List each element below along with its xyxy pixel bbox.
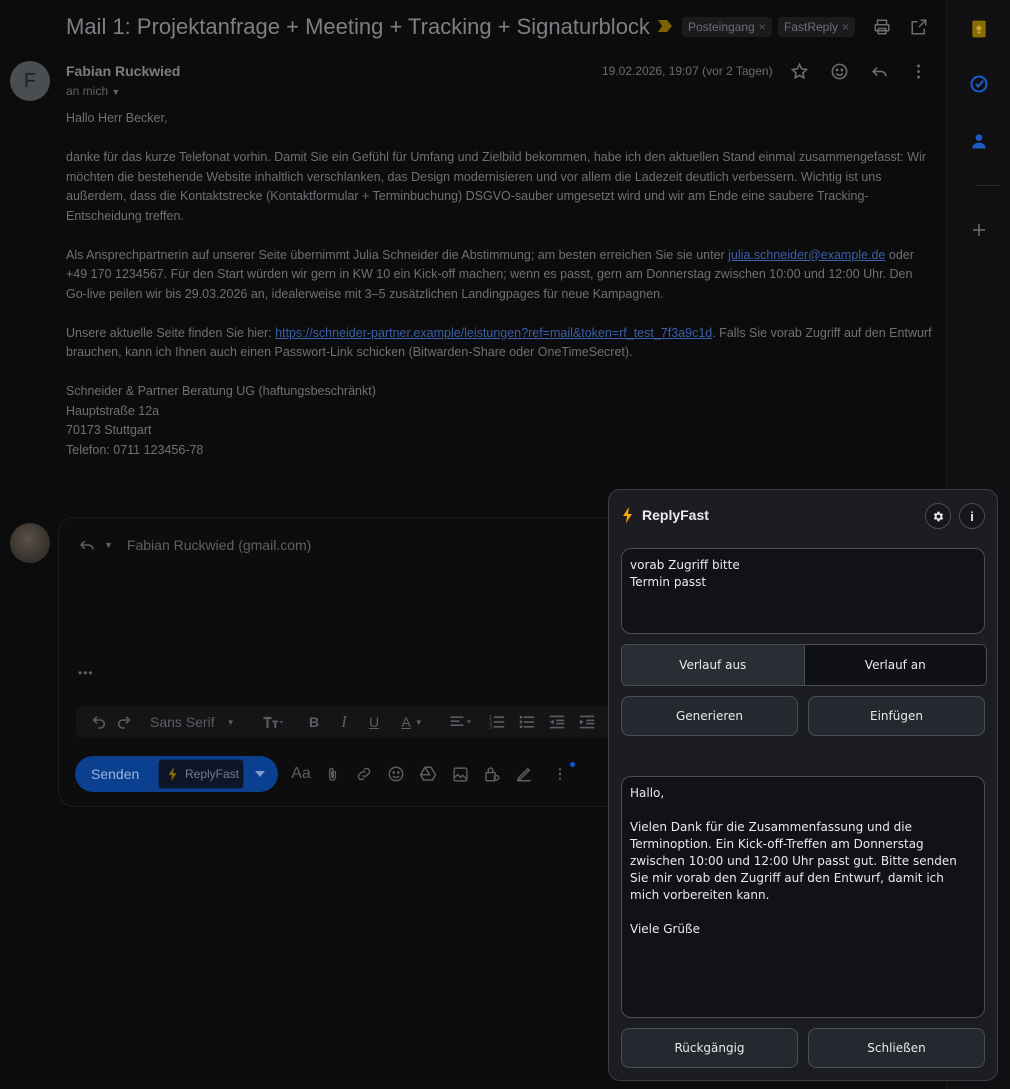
history-off-option[interactable]: Verlauf aus <box>622 645 805 685</box>
attach-file-icon[interactable] <box>322 764 342 784</box>
email-paragraph: danke für das kurze Telefonat vorhin. Da… <box>66 150 926 223</box>
schedule-send-dropdown-icon[interactable] <box>252 768 268 780</box>
chevron-down-icon: ▼ <box>226 717 235 727</box>
redo-icon[interactable] <box>115 713 133 731</box>
sender-avatar: F <box>10 61 50 101</box>
settings-button[interactable] <box>925 503 951 529</box>
insert-button[interactable]: Einfügen <box>808 696 985 736</box>
more-options-icon[interactable] <box>908 61 928 81</box>
reply-recipient: Fabian Ruckwied (gmail.com) <box>126 537 312 553</box>
rail-divider <box>977 185 1001 186</box>
undo-icon[interactable] <box>90 713 108 731</box>
text-segment: Unsere aktuelle Seite finden Sie hier: <box>66 325 276 340</box>
emoji-reaction-icon[interactable] <box>829 61 849 81</box>
recipient-details[interactable]: an mich ▼ <box>66 84 120 98</box>
print-icon[interactable] <box>872 17 892 37</box>
generated-reply-output[interactable]: Hallo, Vielen Dank für die Zusammenfassu… <box>621 776 985 1018</box>
panel-title: ReplyFast <box>642 507 709 523</box>
contacts-icon[interactable] <box>969 131 989 151</box>
confidential-mode-icon[interactable] <box>482 764 502 784</box>
email-date: 19.02.2026, 19:07 (vor 2 Tagen) <box>602 64 773 78</box>
info-button[interactable]: i <box>959 503 985 529</box>
open-in-new-window-icon[interactable] <box>909 17 929 37</box>
lightning-icon <box>168 767 177 781</box>
star-icon[interactable] <box>789 61 809 81</box>
email-body: Hallo Herr Becker, danke für das kurze T… <box>66 109 936 460</box>
signature-line: Telefon: 0711 123456-78 <box>66 442 204 457</box>
contact-email-link[interactable]: julia.schneider@example.de <box>728 248 885 262</box>
undo-button[interactable]: Rückgängig <box>621 1028 798 1068</box>
numbered-list-icon[interactable]: 123 <box>488 713 506 731</box>
underline-icon[interactable]: U <box>365 713 383 731</box>
text-color-icon[interactable]: A ▼ <box>397 713 427 731</box>
label-chip-text: Posteingang <box>688 20 755 34</box>
formatting-options-button[interactable]: Aa <box>289 764 313 784</box>
email-paragraph: Als Ansprechpartnerin auf unserer Seite … <box>66 246 936 305</box>
keep-notes-icon[interactable] <box>969 19 989 39</box>
chevron-down-icon: ▼ <box>111 87 121 97</box>
website-link[interactable]: https://schneider-partner.example/leistu… <box>275 326 712 340</box>
close-button[interactable]: Schließen <box>808 1028 985 1068</box>
show-trimmed-content-button[interactable]: ••• <box>78 666 98 680</box>
replyfast-button[interactable]: ReplyFast <box>158 759 244 789</box>
tasks-icon[interactable] <box>969 74 989 94</box>
reply-type-icon[interactable] <box>78 536 96 554</box>
history-on-option[interactable]: Verlauf an <box>804 645 986 685</box>
label-chip-text: FastReply <box>784 20 839 34</box>
insert-emoji-icon[interactable] <box>386 764 406 784</box>
send-button[interactable]: Senden <box>91 766 139 782</box>
email-paragraph: Unsere aktuelle Seite finden Sie hier: h… <box>66 324 936 363</box>
indent-more-icon[interactable] <box>578 713 596 731</box>
replyfast-button-label: ReplyFast <box>185 767 240 781</box>
reply-icon[interactable] <box>869 61 889 81</box>
label-chip-posteingang[interactable]: Posteingang × <box>682 17 772 37</box>
signature-line: 70173 Stuttgart <box>66 423 152 437</box>
more-compose-options-icon[interactable] <box>550 764 570 784</box>
panel-header: ReplyFast <box>622 507 709 523</box>
bulleted-list-icon[interactable] <box>518 713 536 731</box>
signature-icon[interactable] <box>514 764 534 784</box>
recipient-line: an mich <box>66 84 109 98</box>
avatar-initial: F <box>23 69 37 92</box>
font-family-value: Sans Serif <box>150 714 215 730</box>
gear-icon <box>933 511 943 521</box>
indent-less-icon[interactable] <box>548 713 566 731</box>
align-icon[interactable] <box>444 713 478 731</box>
signature-line: Hauptstraße 12a <box>66 403 160 418</box>
status-dot <box>570 762 575 767</box>
remove-label-icon[interactable]: × <box>842 20 849 34</box>
font-family-select[interactable]: Sans Serif ▼ <box>150 713 240 731</box>
italic-icon[interactable]: I <box>335 712 353 731</box>
google-drive-icon[interactable] <box>418 764 438 784</box>
signature-block: Schneider & Partner Beratung UG (haftung… <box>66 382 936 460</box>
generate-button[interactable]: Generieren <box>621 696 798 736</box>
signature-line: Schneider & Partner Beratung UG (haftung… <box>66 384 376 398</box>
insert-photo-icon[interactable] <box>450 764 470 784</box>
email-greeting: Hallo Herr Becker, <box>66 111 168 125</box>
history-toggle: Verlauf aus Verlauf an <box>621 644 987 686</box>
important-marker-icon[interactable] <box>658 20 672 32</box>
email-subject: Mail 1: Projektanfrage + Meeting + Track… <box>66 14 650 39</box>
font-size-icon[interactable] <box>256 713 290 731</box>
chevron-down-icon[interactable]: ▼ <box>104 540 113 550</box>
insert-link-icon[interactable] <box>354 764 374 784</box>
bold-icon[interactable]: B <box>305 713 323 731</box>
remove-label-icon[interactable]: × <box>759 20 766 34</box>
text-segment: Als Ansprechpartnerin auf unserer Seite … <box>66 247 729 262</box>
svg-text:3: 3 <box>489 724 492 730</box>
reply-header[interactable]: ▼ Fabian Ruckwied (gmail.com) <box>78 536 311 554</box>
sender-name[interactable]: Fabian Ruckwied <box>66 63 180 79</box>
prompt-input[interactable]: vorab Zugriff bitte Termin passt <box>621 548 985 634</box>
label-chip-fastreply[interactable]: FastReply × <box>778 17 856 37</box>
user-avatar[interactable] <box>10 523 50 563</box>
lightning-icon <box>623 507 632 523</box>
add-addon-icon[interactable] <box>969 220 989 240</box>
